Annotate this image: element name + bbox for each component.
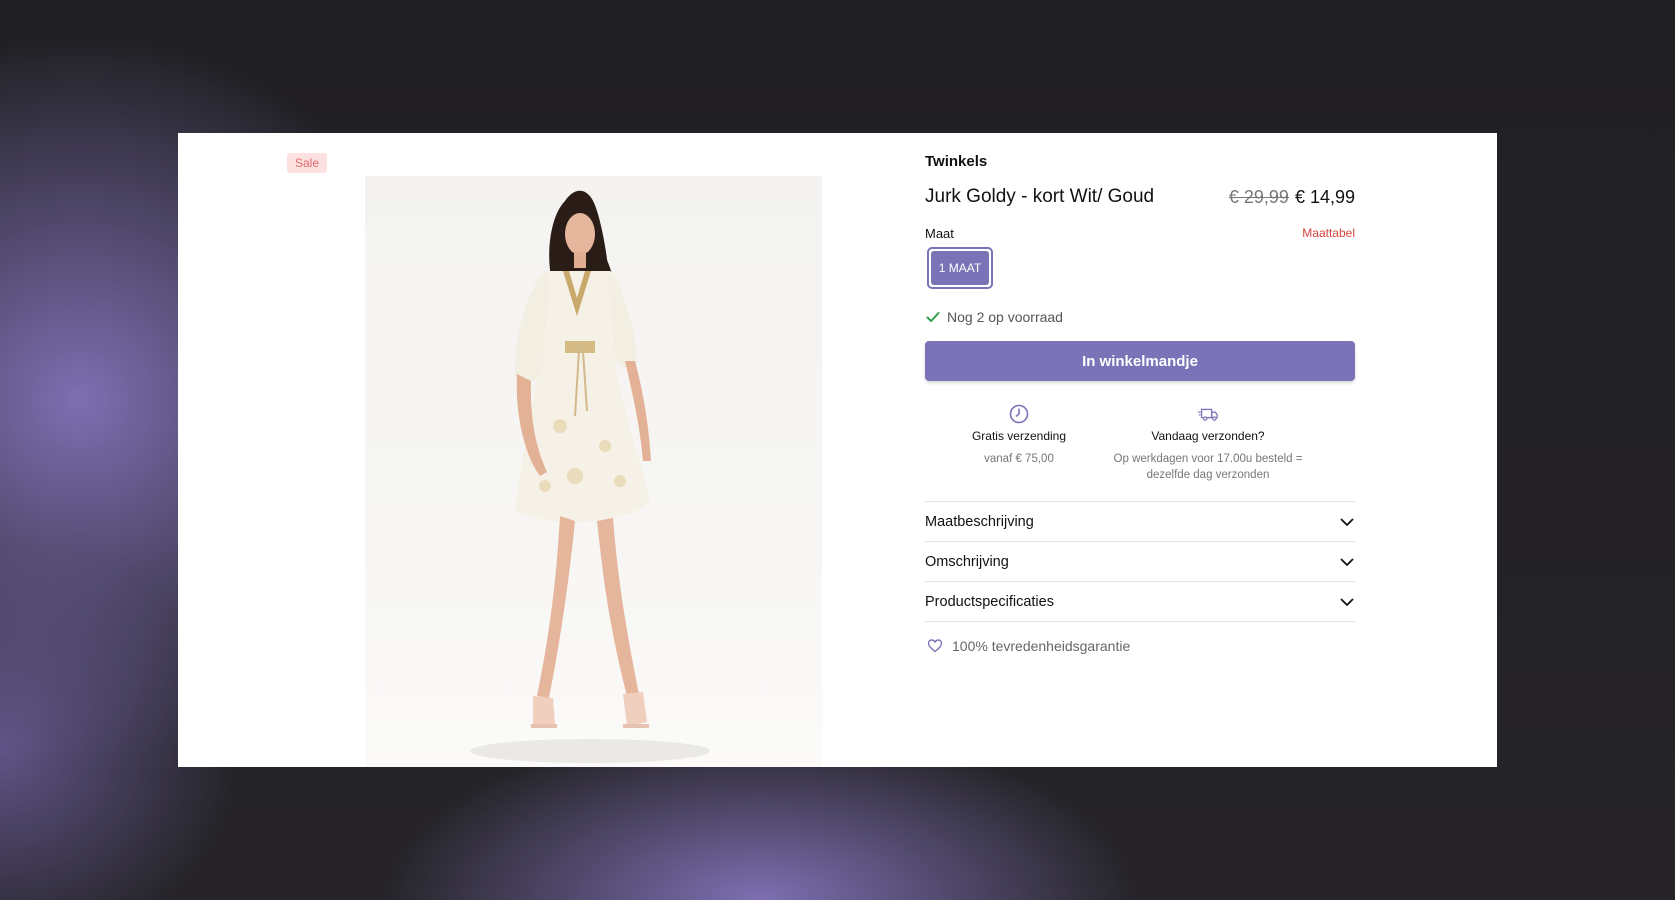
usp-subtitle: Op werkdagen voor 17.00u besteld = dezel… bbox=[1113, 453, 1303, 481]
accordion-label: Maatbeschrijving bbox=[925, 513, 1034, 530]
product-title: Jurk Goldy - kort Wit/ Goud bbox=[925, 186, 1155, 207]
product-card: Sale Twinkels Jurk Goldy - kort Wit/ Gou… bbox=[178, 133, 1497, 767]
accordion-label: Productspecificaties bbox=[925, 593, 1054, 610]
chevron-down-icon bbox=[1340, 518, 1354, 526]
add-to-cart-button[interactable]: In winkelmandje bbox=[925, 341, 1355, 381]
usp-subtitle: vanaf € 75,00 bbox=[984, 453, 1054, 465]
sale-badge: Sale bbox=[287, 153, 328, 173]
current-price: € 14,99 bbox=[1294, 187, 1355, 207]
accordion-label: Omschrijving bbox=[925, 553, 1009, 570]
accordion-product-specifications[interactable]: Productspecificaties bbox=[925, 581, 1355, 622]
dress-photo bbox=[470, 190, 710, 763]
usp-same-day-shipping: Vandaag verzonden? Op werkdagen voor 17.… bbox=[1113, 403, 1303, 483]
stock-status: Nog 2 op voorraad bbox=[925, 309, 1063, 325]
accordion-description[interactable]: Omschrijving bbox=[925, 541, 1355, 581]
clock-icon bbox=[1009, 404, 1029, 424]
brand-name[interactable]: Twinkels bbox=[925, 153, 987, 170]
heart-icon bbox=[927, 639, 943, 653]
stock-text: Nog 2 op voorraad bbox=[947, 309, 1063, 325]
product-image[interactable] bbox=[365, 176, 822, 767]
size-option-label: 1 MAAT bbox=[931, 251, 989, 285]
chevron-down-icon bbox=[1340, 598, 1354, 606]
satisfaction-guarantee: 100% tevredenheidsgarantie bbox=[927, 638, 1130, 654]
truck-icon bbox=[1197, 408, 1218, 421]
usp-title: Vandaag verzonden? bbox=[1151, 429, 1265, 443]
size-option-button[interactable]: 1 MAAT bbox=[927, 247, 993, 289]
price-block: € 29,99 € 14,99 bbox=[1229, 187, 1355, 208]
accordion-size-description[interactable]: Maatbeschrijving bbox=[925, 501, 1355, 541]
check-icon bbox=[926, 312, 940, 322]
usp-free-shipping: Gratis verzending vanaf € 75,00 bbox=[925, 403, 1113, 467]
old-price: € 29,99 bbox=[1228, 187, 1289, 207]
size-chart-link[interactable]: Maattabel bbox=[1302, 226, 1355, 240]
usp-title: Gratis verzending bbox=[971, 429, 1067, 443]
size-label: Maat bbox=[925, 226, 954, 241]
guarantee-text: 100% tevredenheidsgarantie bbox=[952, 638, 1131, 654]
chevron-down-icon bbox=[1340, 558, 1354, 566]
